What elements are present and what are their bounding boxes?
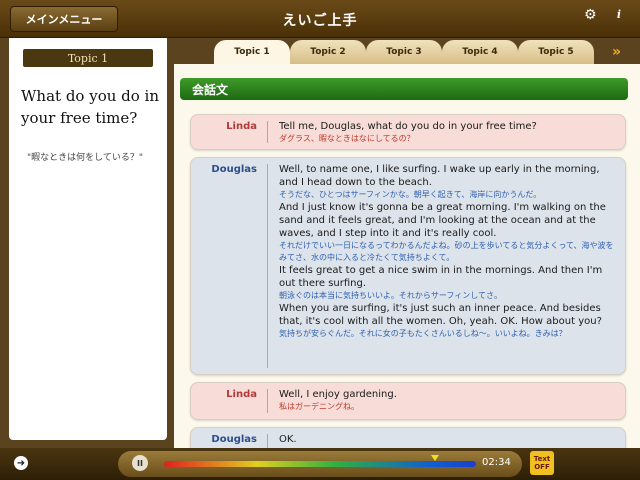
audio-player: II 02:34 — [118, 451, 522, 477]
tab-topic-1[interactable]: Topic 1 — [214, 40, 290, 64]
japanese-line: そうだな、ひとつはサーフィンかな。朝早く起きて、海岸に向かうんだ。 — [279, 190, 542, 199]
elapsed-time: 02:34 — [482, 457, 511, 468]
app-title: えいご上手 — [282, 13, 358, 29]
topic-translation: "暇なときは何をしている？" — [27, 153, 144, 163]
divider — [267, 389, 268, 413]
dialogue-bubble[interactable]: Douglas Well, to name one, I like surfin… — [190, 157, 626, 375]
topic-sidebar: Topic 1 What do you do in your free time… — [0, 38, 174, 448]
conversation-panel[interactable]: 会話文 Linda Tell me, Douglas, what do you … — [174, 64, 640, 448]
topic-question: What do you do in your free time? — [21, 87, 160, 127]
text-toggle-button[interactable]: Text OFF — [530, 451, 554, 475]
dialogue-bubble[interactable]: Linda Well, I enjoy gardening. 私はガーデニングね… — [190, 382, 626, 420]
section-title: 会話文 — [180, 78, 628, 100]
divider — [267, 164, 268, 368]
topic-tabs: Topic 1 Topic 2 Topic 3 Topic 4 Topic 5 … — [174, 38, 640, 64]
japanese-line: それだけでいい一日になるってわかるんだよね。砂の上を歩いてると気分よくって、海や… — [279, 241, 614, 262]
text-toggle-state: OFF — [534, 463, 550, 471]
speaker-name: Linda — [226, 389, 257, 400]
topic-card: Topic 1 What do you do in your free time… — [9, 38, 167, 440]
arrow-right-circle-icon[interactable]: ➜ — [14, 456, 28, 470]
info-icon[interactable]: i — [612, 8, 626, 22]
tab-topic-3[interactable]: Topic 3 — [366, 40, 442, 64]
dialogue-bubble[interactable]: Douglas OK. — [190, 427, 626, 448]
dialogue-bubble[interactable]: Linda Tell me, Douglas, what do you do i… — [190, 114, 626, 150]
audio-progress-bar[interactable] — [164, 455, 476, 467]
topic-label: Topic 1 — [23, 49, 153, 67]
progress-thumb[interactable] — [431, 455, 440, 461]
divider — [267, 121, 268, 143]
japanese-line: 朝泳ぐのは本当に気持ちいいよ。それからサーフィンしてさ。 — [279, 291, 502, 300]
english-line: Tell me, Douglas, what do you do in your… — [279, 121, 537, 132]
bottom-bar: ➜ II 02:34 Text OFF — [0, 448, 640, 480]
gear-icon[interactable]: ⚙ — [584, 8, 598, 22]
japanese-line: 気持ちが安らぐんだ。それに女の子もたくさんいるしね〜。いいよね。きみは？ — [279, 329, 567, 338]
speaker-name: Douglas — [211, 434, 257, 445]
pause-button[interactable]: II — [132, 455, 148, 471]
japanese-line: 私はガーデニングね。 — [279, 402, 359, 411]
speaker-name: Douglas — [211, 164, 257, 175]
english-line: And I just know it's gonna be a great mo… — [279, 202, 606, 239]
tab-topic-4[interactable]: Topic 4 — [442, 40, 518, 64]
english-line: Well, I enjoy gardening. — [279, 389, 397, 400]
tab-topic-2[interactable]: Topic 2 — [290, 40, 366, 64]
divider — [267, 434, 268, 448]
top-bar: メインメニュー えいご上手 ⚙ i — [0, 0, 640, 38]
english-line: It feels great to get a nice swim in in … — [279, 265, 603, 289]
english-line: When you are surfing, it's just such an … — [279, 303, 602, 327]
japanese-line: ダグラス、暇なときはなにしてるの？ — [279, 134, 415, 143]
english-line: Well, to name one, I like surfing. I wak… — [279, 164, 600, 188]
speaker-name: Linda — [226, 121, 257, 132]
english-line: OK. — [279, 434, 297, 445]
tabs-next-button[interactable]: » — [612, 44, 621, 60]
tab-topic-5[interactable]: Topic 5 — [518, 40, 594, 64]
text-toggle-label: Text — [533, 455, 551, 463]
